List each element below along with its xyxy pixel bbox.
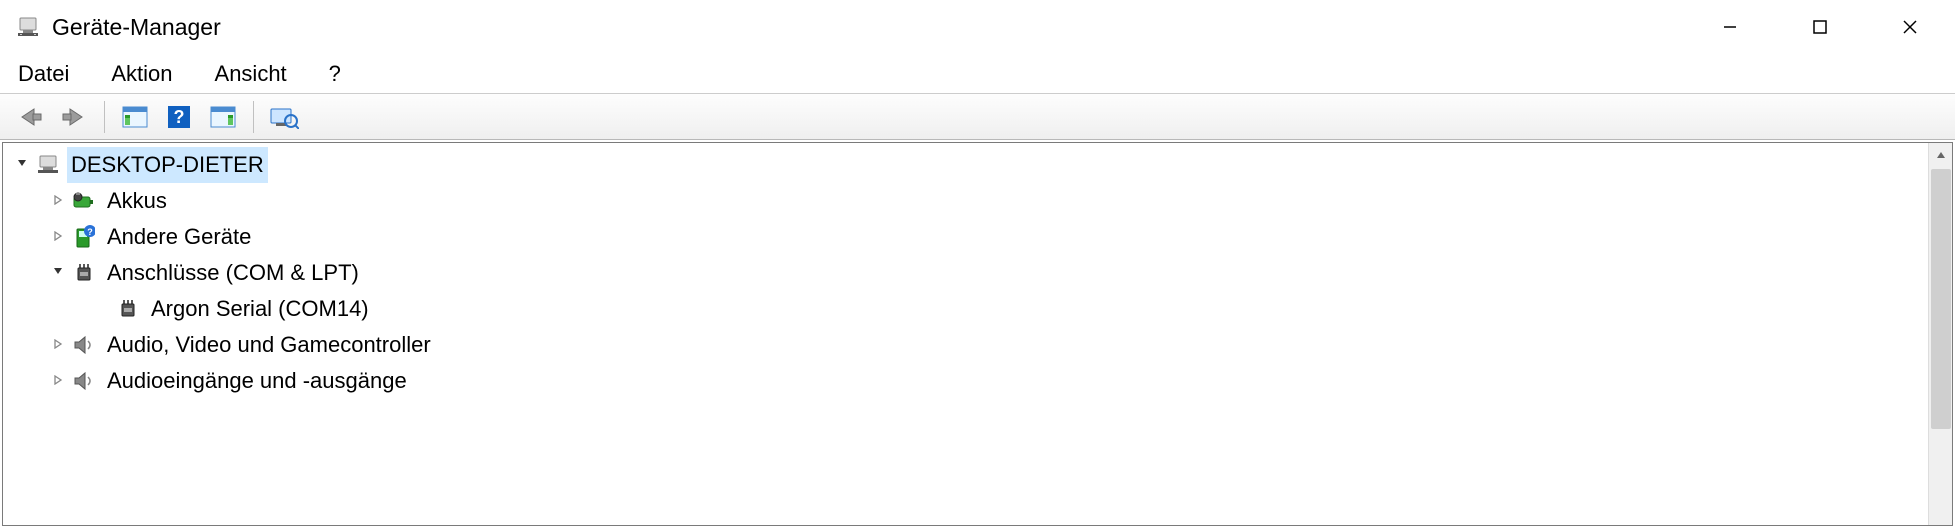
toolbar: ?	[0, 94, 1955, 140]
title-bar: Geräte-Manager	[0, 0, 1955, 54]
tree-item-label[interactable]: Akkus	[103, 183, 171, 219]
tree-item-batteries[interactable]: Akkus	[11, 183, 1952, 219]
tree-item-argon-serial[interactable]: Argon Serial (COM14)	[11, 291, 1952, 327]
device-tree[interactable]: DESKTOP-DIETER Akkus ? And	[3, 143, 1952, 399]
help-button[interactable]: ?	[159, 100, 199, 134]
toolbar-separator	[104, 101, 105, 133]
tree-item-label[interactable]: Argon Serial (COM14)	[147, 291, 373, 327]
chevron-down-icon[interactable]	[11, 154, 33, 176]
tree-item-label[interactable]: Andere Geräte	[103, 219, 255, 255]
port-icon	[71, 260, 97, 286]
tree-root[interactable]: DESKTOP-DIETER	[11, 147, 1952, 183]
vertical-scrollbar[interactable]	[1928, 143, 1952, 525]
speaker-icon	[71, 332, 97, 358]
device-manager-icon	[16, 15, 40, 39]
menu-action[interactable]: Aktion	[105, 57, 178, 91]
tree-item-label[interactable]: Audioeingänge und -ausgänge	[103, 363, 411, 399]
back-button[interactable]	[10, 100, 50, 134]
device-tree-pane: DESKTOP-DIETER Akkus ? And	[2, 142, 1953, 526]
menu-view[interactable]: Ansicht	[209, 57, 293, 91]
chevron-right-icon[interactable]	[47, 226, 69, 248]
menu-file[interactable]: Datei	[12, 57, 75, 91]
tree-root-label[interactable]: DESKTOP-DIETER	[67, 147, 268, 183]
close-button[interactable]	[1865, 0, 1955, 54]
maximize-button[interactable]	[1775, 0, 1865, 54]
show-hide-console-tree-button[interactable]	[115, 100, 155, 134]
menu-bar: Datei Aktion Ansicht ?	[0, 54, 1955, 94]
minimize-button[interactable]	[1685, 0, 1775, 54]
tree-item-other-devices[interactable]: ? Andere Geräte	[11, 219, 1952, 255]
unknown-device-icon: ?	[71, 224, 97, 250]
svg-text:?: ?	[174, 107, 185, 127]
tree-item-ports[interactable]: Anschlüsse (COM & LPT)	[11, 255, 1952, 291]
chevron-right-icon[interactable]	[47, 370, 69, 392]
svg-text:?: ?	[87, 227, 93, 237]
scroll-up-icon[interactable]	[1929, 143, 1953, 167]
port-icon	[115, 296, 141, 322]
speaker-icon	[71, 368, 97, 394]
tree-item-audio-video-game[interactable]: Audio, Video und Gamecontroller	[11, 327, 1952, 363]
scroll-thumb[interactable]	[1931, 169, 1951, 429]
computer-icon	[35, 152, 61, 178]
tree-item-label[interactable]: Audio, Video und Gamecontroller	[103, 327, 435, 363]
window-controls	[1685, 0, 1955, 54]
tree-item-label[interactable]: Anschlüsse (COM & LPT)	[103, 255, 363, 291]
tree-item-audio-inputs-outputs[interactable]: Audioeingänge und -ausgänge	[11, 363, 1952, 399]
scan-hardware-button[interactable]	[264, 100, 304, 134]
window-title: Geräte-Manager	[52, 14, 1685, 41]
chevron-right-icon[interactable]	[47, 334, 69, 356]
menu-help[interactable]: ?	[323, 57, 347, 91]
chevron-right-icon[interactable]	[47, 190, 69, 212]
battery-icon	[71, 188, 97, 214]
forward-button[interactable]	[54, 100, 94, 134]
chevron-down-icon[interactable]	[47, 262, 69, 284]
toolbar-separator	[253, 101, 254, 133]
actions-pane-button[interactable]	[203, 100, 243, 134]
